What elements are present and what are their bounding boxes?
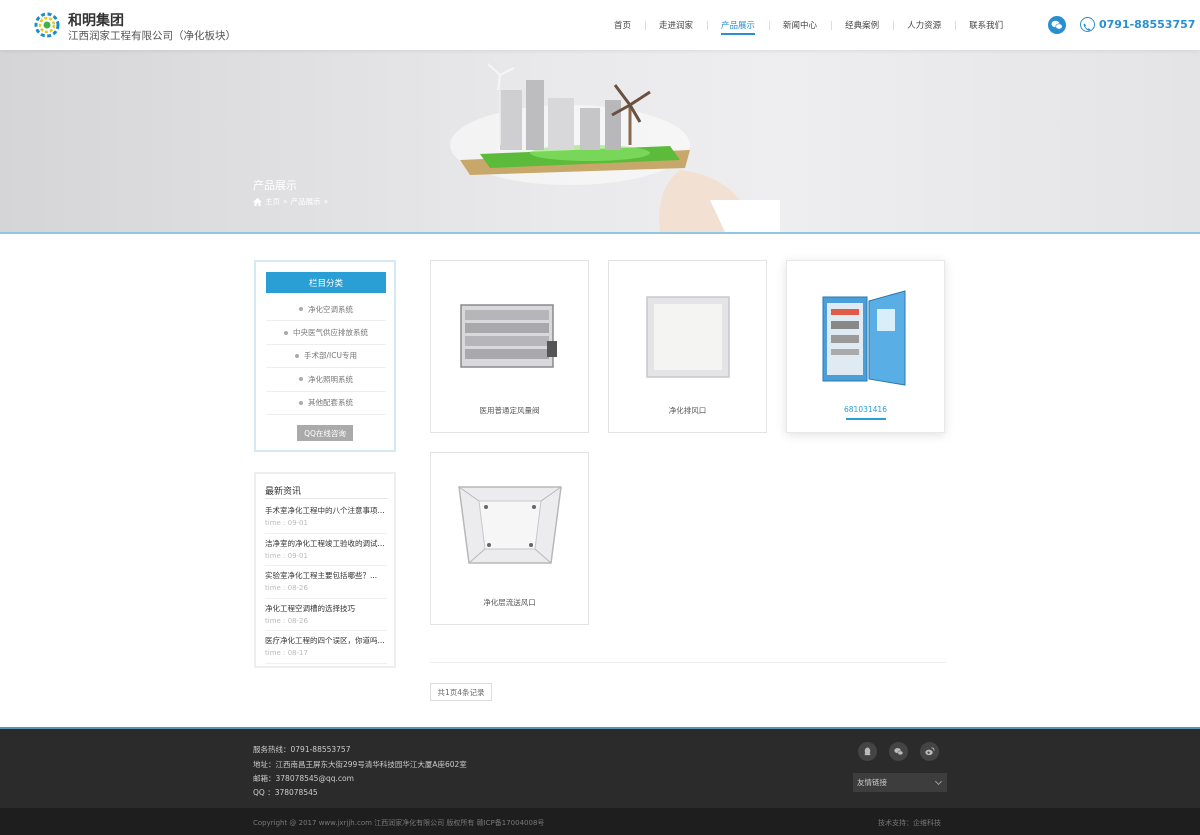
phone-icon	[1080, 17, 1095, 32]
qq-icon[interactable]	[858, 742, 877, 761]
active-underline	[846, 418, 886, 420]
category-label: 手术部/ICU专用	[304, 351, 357, 361]
banner-divider	[0, 232, 1200, 234]
breadcrumb: 主页 » 产品展示 »	[253, 196, 328, 207]
product-image-control-cabinet[interactable]	[787, 261, 944, 401]
category-label: 其他配套系统	[308, 398, 353, 408]
footer-bottom-bar	[0, 808, 1200, 835]
breadcrumb-products[interactable]: 产品展示	[291, 196, 321, 207]
news-item[interactable]: 实验室净化工程主要包括哪些？... time : 08-26	[265, 566, 387, 599]
news-title[interactable]: 洁净室的净化工程竣工验收的调试...	[265, 538, 387, 549]
header-phone: 0791-88553757	[1099, 18, 1196, 31]
site-header: 和明集团 江西润家工程有限公司（净化板块） 首页 走进润家 产品展示 新闻中心 …	[0, 0, 1200, 50]
category-item[interactable]: 其他配套系统	[266, 392, 386, 415]
nav-contact[interactable]: 联系我们	[955, 0, 1017, 50]
brand-name[interactable]: 和明集团	[68, 10, 124, 30]
product-card[interactable]: 净化层流送风口	[430, 452, 589, 625]
tech-support-link[interactable]: 技术支持：企维科技	[878, 818, 941, 828]
bullet-icon	[299, 307, 303, 312]
product-name[interactable]: 净化排风口	[609, 405, 766, 416]
wechat-icon[interactable]	[1048, 16, 1066, 34]
content-divider	[430, 662, 946, 663]
home-icon[interactable]	[253, 197, 262, 206]
product-name[interactable]: 681031416	[787, 405, 944, 414]
product-card[interactable]: 681031416	[786, 260, 945, 433]
news-divider	[265, 498, 387, 499]
news-item[interactable]: 净化工程空调槽的选择技巧 time : 08-26	[265, 599, 387, 631]
bullet-icon	[299, 377, 303, 382]
category-item[interactable]: 净化照明系统	[266, 368, 386, 392]
breadcrumb-home[interactable]: 主页	[265, 196, 280, 207]
friendly-links-select[interactable]: 友情链接	[853, 773, 947, 792]
page-banner: 产品展示 主页 » 产品展示 »	[0, 50, 1200, 232]
footer-address: 地址：江西南昌王屏东大街299号清华科技园华江大厦A座602室	[253, 760, 467, 769]
main-nav: 首页 走进润家 产品展示 新闻中心 经典案例 人力资源 联系我们	[600, 0, 1017, 50]
weibo-icon[interactable]	[920, 742, 939, 761]
category-label: 净化照明系统	[308, 374, 353, 384]
news-time: time : 08-26	[265, 616, 308, 625]
footer-email: 邮箱：378078545@qq.com	[253, 774, 354, 783]
nav-home[interactable]: 首页	[600, 0, 645, 50]
news-title[interactable]: 手术室净化工程中的八个注意事项...	[265, 505, 387, 516]
nav-news[interactable]: 新闻中心	[769, 0, 831, 50]
news-time: time : 08-17	[265, 649, 308, 657]
bullet-icon	[284, 330, 288, 335]
product-name[interactable]: 净化层流送风口	[431, 597, 588, 608]
news-item[interactable]: 洁净室的净化工程竣工验收的调试... time : 09-01	[265, 534, 387, 566]
copyright-text: Copyright @ 2017 www.jxrjjh.com 江西润家净化有限…	[253, 819, 545, 827]
nav-products[interactable]: 产品展示	[707, 0, 769, 50]
footer-top-border	[0, 727, 1200, 729]
footer-hotline: 服务热线：0791-88553757	[253, 745, 351, 754]
chevron-down-icon	[934, 777, 943, 786]
category-item[interactable]: 手术部/ICU专用	[266, 345, 386, 369]
nav-cases[interactable]: 经典案例	[831, 0, 893, 50]
qq-consult-button[interactable]: QQ在线咨询	[297, 425, 353, 441]
news-list: 手术室净化工程中的八个注意事项... time : 09-01 洁净室的净化工程竣…	[265, 501, 387, 664]
bullet-icon	[295, 353, 300, 358]
wechat-icon[interactable]	[889, 742, 908, 761]
footer-qq: QQ ：378078545	[253, 788, 318, 797]
latest-news-panel: 最新资讯 手术室净化工程中的八个注意事项... time : 09-01 洁净室的…	[254, 472, 396, 668]
category-item[interactable]: 中央医气供应排放系统	[266, 321, 386, 345]
category-item[interactable]: 净化空调系统	[266, 298, 386, 322]
category-title: 栏目分类	[266, 272, 386, 293]
news-item[interactable]: 手术室净化工程中的八个注意事项... time : 09-01	[265, 501, 387, 534]
breadcrumb-separator: »	[283, 197, 288, 206]
company-name: 江西润家工程有限公司（净化板块）	[68, 30, 236, 42]
product-card[interactable]: 净化排风口	[608, 260, 767, 433]
product-image-laminar-vent[interactable]	[431, 453, 588, 593]
friendly-links-label: 友情链接	[857, 778, 887, 787]
news-title[interactable]: 医疗净化工程的四个误区，你道吗...	[265, 635, 387, 646]
city-on-tablet-illustration	[450, 63, 780, 232]
category-list: 净化空调系统 中央医气供应排放系统 手术部/ICU专用 净化照明系统 其他配套系…	[266, 298, 386, 415]
nav-hr[interactable]: 人力资源	[893, 0, 955, 50]
news-time: time : 08-26	[265, 584, 308, 592]
news-panel-title: 最新资讯	[265, 487, 302, 497]
bullet-icon	[299, 400, 303, 405]
category-panel: 栏目分类 净化空调系统 中央医气供应排放系统 手术部/ICU专用 净化照明系统 …	[254, 260, 396, 452]
product-image-damper[interactable]	[431, 261, 588, 401]
page-title: 产品展示	[253, 179, 297, 192]
news-item[interactable]: 医疗净化工程的四个误区，你道吗... time : 08-17	[265, 631, 387, 664]
news-title[interactable]: 净化工程空调槽的选择技巧	[265, 603, 387, 614]
category-label: 中央医气供应排放系统	[293, 328, 368, 338]
product-name[interactable]: 医用普通定风量阀	[431, 405, 588, 416]
news-time: time : 09-01	[265, 519, 308, 527]
logo-icon[interactable]	[32, 10, 62, 40]
product-card[interactable]: 医用普通定风量阀	[430, 260, 589, 433]
pagination-info: 共1页4条记录	[430, 683, 492, 701]
breadcrumb-separator: »	[323, 197, 329, 206]
nav-about[interactable]: 走进润家	[645, 0, 707, 50]
category-label: 净化空调系统	[308, 304, 353, 314]
news-time: time : 09-01	[265, 551, 308, 560]
product-image-exhaust-vent[interactable]	[609, 261, 766, 401]
news-title[interactable]: 实验室净化工程主要包括哪些？...	[265, 570, 387, 581]
